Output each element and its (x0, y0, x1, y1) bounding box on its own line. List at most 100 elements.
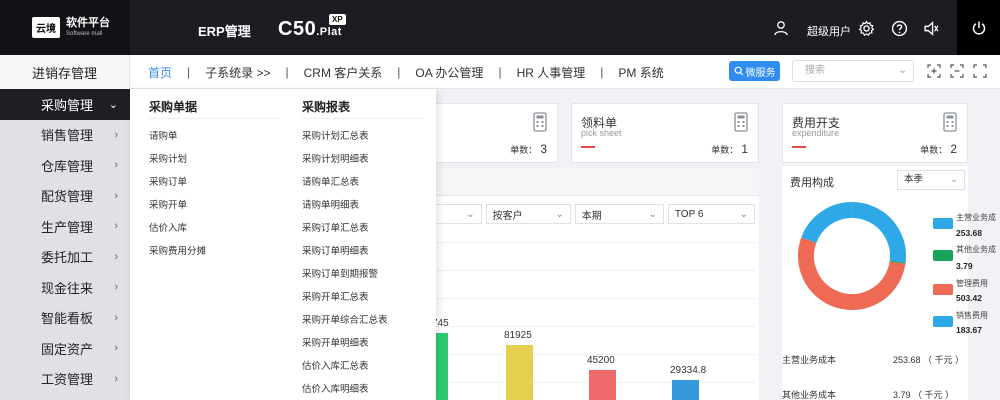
legend-value: 253.68 (956, 228, 982, 238)
legend-swatch (933, 284, 953, 295)
search-input[interactable]: 搜索 ⌄ (792, 60, 914, 82)
card-pick-sheet[interactable]: 领料单 pick sheet 单数： 1 (571, 103, 759, 163)
fullscreen-icon[interactable] (971, 62, 989, 80)
tab-oa[interactable]: OA 办公管理 (413, 64, 485, 81)
dropdown-menu-item[interactable]: 采购订单到期报警 (302, 263, 424, 286)
dropdown-menu-item[interactable]: 采购费用分摊 (149, 240, 279, 263)
add-window-icon[interactable] (925, 62, 943, 80)
erp-label[interactable]: ERP管理 (198, 21, 251, 40)
sidebar-item-outsourcing[interactable]: 委托加工 › (0, 242, 130, 273)
speaker-mute-icon[interactable] (921, 18, 941, 38)
dropdown-menu-item[interactable]: 采购订单汇总表 (302, 217, 424, 240)
sidebar-item-distribution[interactable]: 配货管理 › (0, 181, 130, 212)
filter-by-customer[interactable]: 按客户 ⌄ (485, 204, 571, 224)
sidebar-item-dashboard[interactable]: 智能看板 › (0, 303, 130, 334)
dropdown-menu-item[interactable]: 采购订单明细表 (302, 240, 424, 263)
dropdown-menu-item[interactable]: 请购单汇总表 (302, 171, 424, 194)
chevron-down-icon: ⌄ (555, 208, 564, 220)
sidebar-item-cash[interactable]: 现金往来 › (0, 272, 130, 303)
dropdown-menu-item[interactable]: 采购计划 (149, 148, 279, 171)
card-first[interactable]: 单数： 3 (436, 103, 558, 163)
dropdown-menu-item[interactable]: 采购订单 (149, 171, 279, 194)
legend-value: 3.79 (956, 261, 973, 271)
chevron-right-icon: › (114, 220, 118, 233)
card-expenditure[interactable]: 费用开支 expenditure 单数： 2 (782, 103, 968, 163)
sidebar-item-sales[interactable]: 销售管理 › (0, 120, 130, 151)
logo-title: 软件平台 (66, 17, 110, 29)
dropdown-menu-item[interactable]: 采购计划明细表 (302, 148, 424, 171)
dropdown-menu-item[interactable]: 估价入库 (149, 217, 279, 240)
chart-bar[interactable] (589, 369, 616, 400)
nav-tabs: 首页 | 子系统录 >> | CRM 客户关系 | OA 办公管理 | HR 人… (146, 64, 665, 81)
legend-value: 183.67 (956, 325, 982, 335)
chart-bar[interactable] (672, 380, 699, 400)
chevron-right-icon: › (114, 159, 118, 172)
dropdown-menu-item[interactable]: 采购开单 (149, 194, 279, 217)
purchase-dropdown-menu: 采购单据 请购单 采购计划 采购订单 采购开单 估价入库 采购费用分摊 采购报表 采购计划… (130, 89, 436, 400)
card-count: 单数： 3 (510, 142, 547, 156)
dropdown-menu-item[interactable]: 采购开单汇总表 (302, 286, 424, 309)
period-select[interactable]: 本季 ⌄ (897, 170, 965, 190)
card-count: 单数： 1 (711, 142, 748, 156)
filter-period[interactable]: 本期 ⌄ (574, 204, 664, 224)
gear-icon[interactable] (856, 18, 876, 38)
dropdown-menu-item[interactable]: 采购开单综合汇总表 (302, 309, 424, 332)
dropdown-menu-item[interactable]: 请购单明细表 (302, 194, 424, 217)
legend-name: 其他业务成 (956, 245, 996, 254)
dropdown-section-title: 采购报表 (302, 89, 424, 119)
tab-crm[interactable]: CRM 客户关系 (302, 64, 385, 81)
chart-bar[interactable] (436, 333, 448, 400)
legend-swatch (933, 218, 953, 229)
minimize-window-icon[interactable] (948, 62, 966, 80)
chevron-down-icon: ⌄ (950, 174, 958, 185)
power-button[interactable] (957, 0, 1000, 55)
calculator-icon (734, 112, 748, 135)
sidebar-item-assets[interactable]: 固定资产 › (0, 333, 130, 364)
bar-value-label: 29334.8 (670, 365, 707, 377)
filter-first[interactable]: ⌄ (436, 204, 482, 224)
tab-subsystems[interactable]: 子系统录 >> (203, 64, 272, 81)
sidebar-item-production[interactable]: 生产管理 › (0, 211, 130, 242)
tab-pm[interactable]: PM 系统 (616, 64, 665, 81)
tab-hr[interactable]: HR 人事管理 (515, 64, 588, 81)
dropdown-menu-item[interactable]: 估价入库汇总表 (302, 355, 424, 378)
chevron-down-icon: ⌄ (648, 208, 657, 220)
sidebar-item-payroll[interactable]: 工资管理 › (0, 364, 130, 395)
chevron-right-icon: › (114, 342, 118, 355)
logo-badge: 云境 (32, 17, 60, 38)
chevron-down-icon: ⌄ (739, 208, 748, 220)
calculator-icon (533, 112, 547, 135)
product-badge: XP (329, 14, 346, 25)
legend-name: 主营业务成 (956, 213, 996, 222)
purchase-documents-column: 采购单据 请购单 采购计划 采购订单 采购开单 估价入库 采购费用分摊 (149, 89, 279, 263)
filter-top[interactable]: TOP 6 ⌄ (667, 204, 755, 224)
logo-subtitle: Software mall (66, 31, 103, 37)
sidebar-item-purchase[interactable]: 采购管理 ⌄ (0, 89, 130, 120)
tab-home[interactable]: 首页 (146, 64, 174, 81)
logo[interactable]: 云境 软件平台 Software mall (0, 0, 130, 55)
chevron-right-icon: › (114, 250, 118, 263)
top-bar: 云境 软件平台 Software mall ERP管理 C50.Plat XP … (0, 0, 1000, 55)
power-icon (972, 21, 985, 35)
sidebar-item-warehouse[interactable]: 仓库管理 › (0, 150, 130, 181)
user-icon[interactable] (771, 18, 791, 38)
search-icon (734, 66, 743, 76)
dropdown-menu-item[interactable]: 采购开单明细表 (302, 332, 424, 355)
chevron-right-icon: › (114, 189, 118, 202)
legend-swatch (933, 250, 953, 261)
chevron-down-icon: ⌄ (466, 208, 475, 220)
user-name[interactable]: 超级用户 (807, 23, 851, 39)
sidebar: 采购管理 ⌄ 销售管理 › 仓库管理 › 配货管理 › 生产管理 › 委托加工 › 现金往来… (0, 89, 130, 400)
dropdown-menu-item[interactable]: 采购计划汇总表 (302, 125, 424, 148)
summary-row: 其他业务成本 3.79 （ 千元 ） (782, 390, 955, 400)
dropdown-menu-item[interactable]: 请购单 (149, 125, 279, 148)
summary-row: 主营业务成本 253.68 （ 千元 ） (782, 355, 965, 365)
chevron-right-icon: › (114, 311, 118, 324)
dropdown-menu-item[interactable]: 估价入库明细表 (302, 378, 424, 400)
chart-filters: ⌄ 按客户 ⌄ 本期 ⌄ TOP 6 ⌄ (436, 204, 759, 226)
calculator-icon (943, 112, 957, 135)
bar-value-label: 81925 (504, 330, 532, 341)
help-icon[interactable] (889, 18, 909, 38)
micro-service-button[interactable]: 微服务 (729, 61, 780, 81)
chart-bar[interactable] (506, 345, 533, 400)
